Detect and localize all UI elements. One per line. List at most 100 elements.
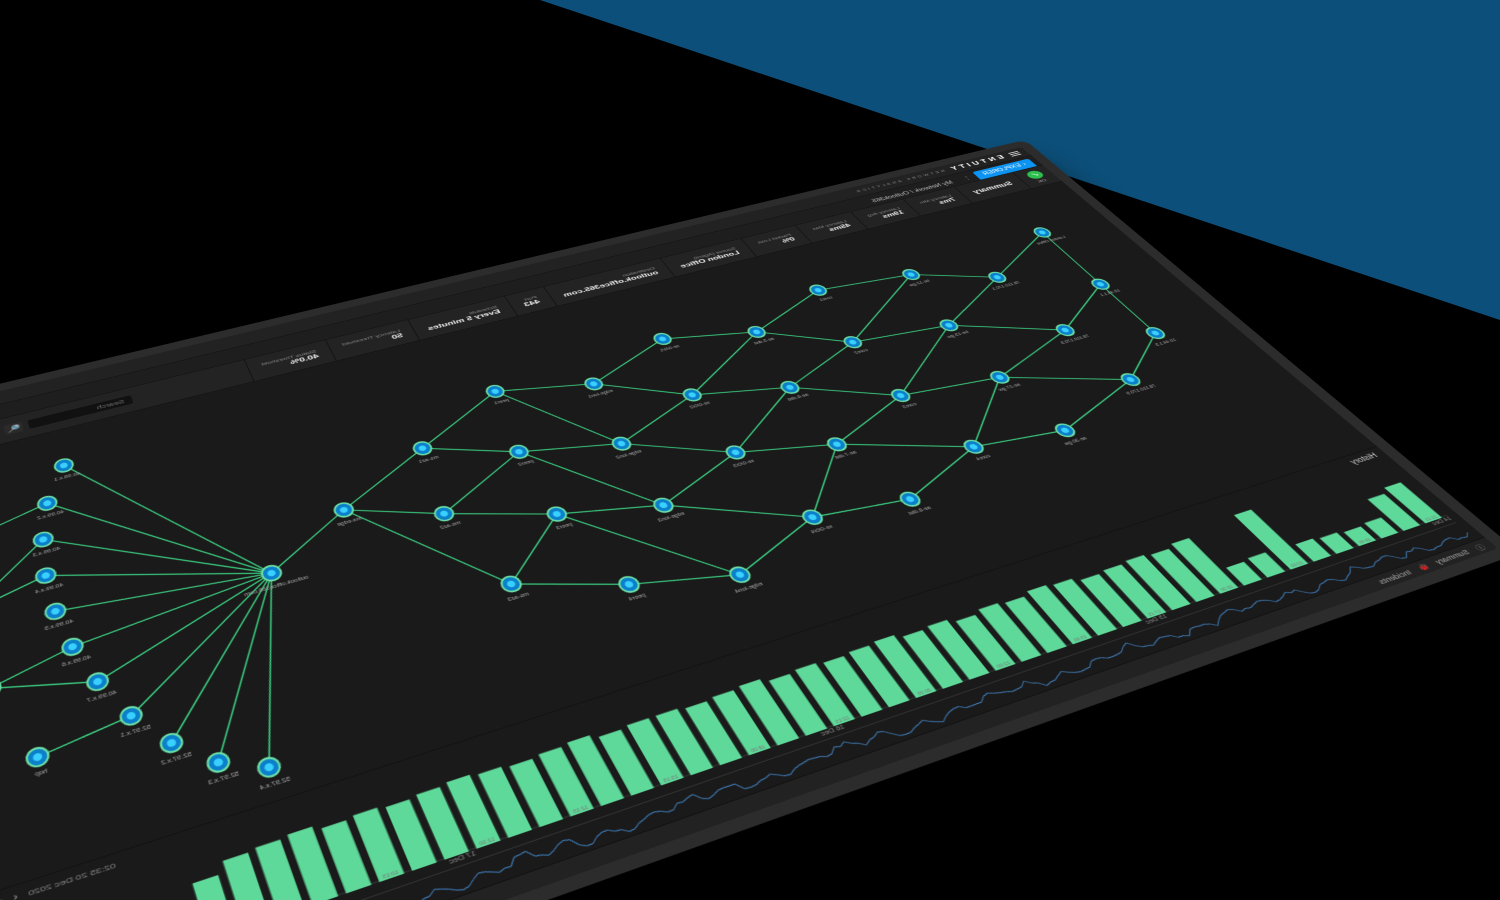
- svg-text:edge-lon2: edge-lon2: [615, 449, 643, 461]
- history-sparkline[interactable]: All Dashboards: [21, 522, 1475, 900]
- topo-node[interactable]: ms-az3: [497, 574, 531, 603]
- history-bar[interactable]: [567, 735, 624, 806]
- history-bar[interactable]: [978, 603, 1041, 662]
- history-bar[interactable]: [712, 690, 771, 755]
- history-bar[interactable]: [823, 656, 882, 717]
- topo-node[interactable]: xe-0/0/4: [797, 508, 834, 536]
- history-bar[interactable]: [903, 630, 963, 689]
- history-bar[interactable]: [1320, 532, 1354, 553]
- history-bar[interactable]: [1344, 526, 1376, 546]
- topo-node[interactable]: hop: [25, 745, 53, 780]
- topo-node[interactable]: core1: [807, 284, 835, 303]
- topo-node[interactable]: 40.99.x.4: [30, 565, 64, 596]
- history-bar[interactable]: [386, 799, 437, 871]
- svg-text:52.97.x.4: 52.97.x.4: [259, 776, 292, 793]
- topo-node[interactable]: edge-lon1: [578, 375, 615, 399]
- topo-node[interactable]: 40.99.x.5: [39, 600, 74, 632]
- history-bar[interactable]: [685, 701, 742, 765]
- topo-node[interactable]: ae-27.gw: [983, 369, 1022, 393]
- menu-icon[interactable]: [1008, 151, 1022, 157]
- topo-node[interactable]: ae-7.dist: [821, 435, 858, 461]
- topo-node[interactable]: ae-30.gw: [1048, 421, 1089, 447]
- topo-node[interactable]: 52.97.x.1: [114, 703, 152, 739]
- history-bar[interactable]: [416, 787, 469, 860]
- history-bar[interactable]: [599, 730, 654, 796]
- topo-node[interactable]: ae-5.dist: [742, 324, 776, 346]
- history-bar[interactable]: [927, 620, 989, 680]
- history-bar[interactable]: [1053, 579, 1117, 636]
- topo-node[interactable]: peer1: [484, 384, 511, 406]
- topo-node[interactable]: core4: [961, 439, 994, 463]
- history-bar[interactable]: [321, 820, 371, 893]
- topo-node[interactable]: 52.97.x.2: [154, 730, 193, 767]
- topo-node[interactable]: 10.44.1.5: [1140, 325, 1178, 347]
- history-bar[interactable]: [656, 709, 714, 776]
- topo-node[interactable]: 78.110.170.1: [979, 269, 1022, 291]
- history-bar[interactable]: [538, 747, 593, 817]
- history-bar[interactable]: [1027, 585, 1092, 644]
- topo-node[interactable]: edge-lon4: [722, 564, 765, 595]
- topo-node[interactable]: 40.99.x.1: [49, 456, 81, 483]
- history-bar[interactable]: [192, 875, 236, 900]
- history-bar[interactable]: [1080, 574, 1141, 627]
- topo-node[interactable]: hop: [0, 678, 4, 710]
- topo-node[interactable]: be-15.gw: [933, 318, 970, 340]
- bug-icon[interactable]: 🐞: [1415, 562, 1432, 572]
- history-bar[interactable]: [1248, 552, 1285, 577]
- topo-node[interactable]: ae-8.dist: [894, 490, 933, 517]
- topo-node[interactable]: be-12.gw: [896, 267, 931, 287]
- topo-node[interactable]: ms-az1: [410, 440, 440, 465]
- history-bar[interactable]: [478, 767, 532, 838]
- topo-node[interactable]: London Office: [1024, 225, 1068, 246]
- topo-node[interactable]: xe-0/0/2: [678, 387, 711, 410]
- topo-node[interactable]: outlook.office365.com: [236, 557, 309, 598]
- topology-canvas[interactable]: London Office 10.44.1.1 10.44.1.5 78.110.17…: [0, 181, 1377, 896]
- topo-node[interactable]: core3: [888, 388, 919, 410]
- history-bar[interactable]: [1171, 538, 1238, 594]
- history-bar[interactable]: [795, 663, 855, 726]
- history-bar[interactable]: [353, 808, 405, 883]
- topo-node[interactable]: 10.44.1.1: [1086, 277, 1122, 298]
- history-bar[interactable]: [1103, 564, 1166, 618]
- topo-node[interactable]: 78.110.170.9: [1111, 370, 1158, 396]
- topo-node[interactable]: 40.99.x.3: [28, 529, 61, 558]
- svg-text:78.110.170.5: 78.110.170.5: [1059, 334, 1091, 346]
- history-bar[interactable]: [1151, 549, 1215, 602]
- info-icon[interactable]: ⓘ: [1472, 542, 1489, 553]
- topo-node[interactable]: peer2: [507, 444, 535, 468]
- history-bar[interactable]: [1364, 517, 1398, 538]
- history-bar[interactable]: [287, 827, 338, 900]
- history-bar[interactable]: [1005, 597, 1067, 653]
- summary-title: Summary: [971, 180, 1015, 195]
- topo-node[interactable]: ms-az2: [431, 504, 462, 531]
- topo-node[interactable]: 40.99.x.2: [32, 493, 65, 521]
- history-bar[interactable]: [739, 679, 799, 745]
- topo-node[interactable]: 52.97.x.3: [200, 749, 240, 787]
- history-bar[interactable]: [874, 635, 937, 698]
- history-bar[interactable]: [255, 839, 304, 900]
- history-bar[interactable]: [1126, 555, 1191, 610]
- chevron-left-icon[interactable]: ‹: [12, 892, 19, 900]
- search-icon[interactable]: 🔍: [3, 421, 24, 435]
- history-bar[interactable]: [509, 759, 563, 827]
- history-bar[interactable]: [1295, 539, 1331, 562]
- app-screen: ENTUITY NETWORK ANALYTICS ‹ EXPLORER ⋮ M…: [0, 147, 1498, 900]
- topo-node[interactable]: xe-0/0/3: [721, 444, 756, 469]
- topo-node[interactable]: 52.97.x.4: [251, 754, 292, 792]
- topo-node[interactable]: peer4: [616, 575, 648, 603]
- topo-node[interactable]: xe-0/0/1: [649, 331, 681, 353]
- history-bar[interactable]: [1234, 510, 1308, 570]
- topo-node[interactable]: ms-edge: [329, 500, 363, 528]
- svg-text:ms-az1: ms-az1: [418, 455, 440, 465]
- topo-node[interactable]: core2: [841, 335, 870, 356]
- topo-node[interactable]: edge-lon2: [605, 434, 643, 460]
- history-bar[interactable]: [849, 646, 910, 708]
- history-bar[interactable]: [1368, 494, 1421, 531]
- history-bar[interactable]: [627, 718, 684, 785]
- history-bar[interactable]: [223, 853, 271, 900]
- history-bar[interactable]: [769, 674, 827, 736]
- history-bar[interactable]: [956, 615, 1016, 671]
- topo-node[interactable]: 40.99.x.6: [56, 635, 92, 668]
- day-axis-label: 15 Dec: [1144, 614, 1169, 626]
- topo-node[interactable]: peer3: [545, 505, 575, 531]
